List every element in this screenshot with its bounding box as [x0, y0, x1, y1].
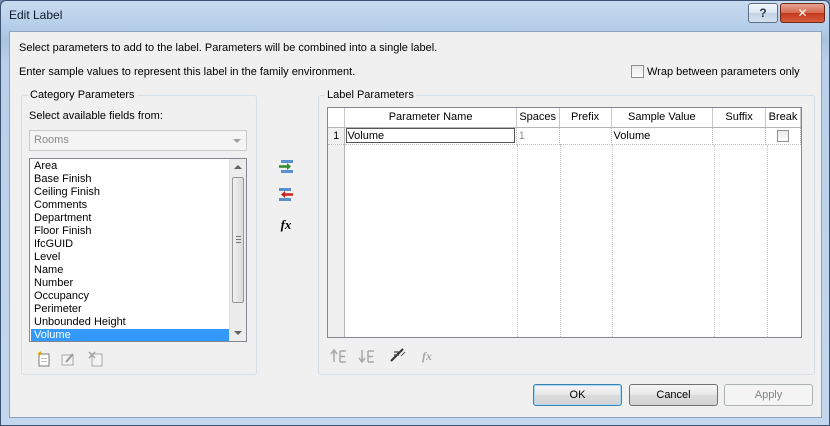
cell-suffix[interactable]: [712, 127, 766, 145]
list-item[interactable]: Comments: [31, 199, 229, 212]
cancel-button[interactable]: Cancel: [629, 384, 718, 406]
list-item[interactable]: IfcGUID: [31, 238, 229, 251]
select-fields-label: Select available fields from:: [29, 110, 163, 122]
row-number[interactable]: 1: [328, 127, 346, 145]
edit-unit-format-button[interactable]: [387, 344, 409, 366]
category-combo: Rooms: [29, 130, 247, 151]
remove-parameter-icon: [279, 188, 293, 201]
list-item[interactable]: Area: [31, 160, 229, 173]
move-up-icon: [330, 348, 346, 363]
table-row[interactable]: 1 Volume 1 Volume: [328, 127, 801, 145]
wrap-checkbox[interactable]: [631, 65, 644, 78]
apply-button[interactable]: Apply: [724, 384, 813, 406]
close-button[interactable]: ✕: [780, 3, 825, 23]
dialog-body: Select parameters to add to the label. P…: [9, 31, 822, 418]
edit-unit-format-icon: [390, 348, 406, 362]
col-parameter-name[interactable]: Parameter Name: [344, 108, 517, 128]
move-down-icon: [358, 350, 374, 364]
col-break[interactable]: Break: [765, 108, 801, 128]
scroll-up-icon[interactable]: [234, 165, 242, 169]
list-item[interactable]: Floor Finish: [31, 225, 229, 238]
category-parameters-group: Category Parameters Select available fie…: [21, 89, 257, 375]
list-item[interactable]: Level: [31, 251, 229, 264]
edit-parameter-icon: [61, 353, 74, 366]
scroll-thumb[interactable]: [232, 177, 244, 303]
instruction-line-1: Select parameters to add to the label. P…: [19, 42, 438, 54]
add-parameter-button[interactable]: [275, 156, 297, 178]
scroll-down-icon[interactable]: [234, 331, 242, 335]
edit-label-dialog: Edit Label ? ✕ Select parameters to add …: [0, 0, 830, 426]
label-parameters-grid[interactable]: Parameter Name Spaces Prefix Sample Valu…: [327, 107, 802, 338]
col-prefix[interactable]: Prefix: [559, 108, 612, 128]
corner-header: [328, 108, 346, 128]
fields-scrollbar[interactable]: [229, 159, 246, 341]
break-checkbox[interactable]: [777, 129, 789, 142]
col-suffix[interactable]: Suffix: [712, 108, 766, 128]
remove-parameter-button[interactable]: [275, 184, 297, 206]
cell-parameter-name[interactable]: Volume: [344, 127, 517, 145]
instruction-line-2: Enter sample values to represent this la…: [19, 66, 356, 78]
list-item[interactable]: Volume: [31, 329, 229, 341]
new-parameter-button[interactable]: [33, 348, 55, 370]
cell-prefix[interactable]: [559, 127, 612, 145]
title-bar: Edit Label ? ✕: [1, 1, 829, 31]
help-button[interactable]: ?: [748, 3, 778, 23]
col-spaces[interactable]: Spaces: [516, 108, 560, 128]
list-item[interactable]: Unbounded Height: [31, 316, 229, 329]
cell-break[interactable]: [765, 127, 801, 145]
list-item[interactable]: Name: [31, 264, 229, 277]
move-up-button[interactable]: [328, 345, 350, 367]
row-header-strip: [328, 145, 345, 337]
fx-disabled-button[interactable]: fx: [416, 345, 438, 367]
list-item[interactable]: Number: [31, 277, 229, 290]
fx-disabled-icon: fx: [422, 348, 432, 363]
ok-button[interactable]: OK: [533, 384, 622, 406]
window-title: Edit Label: [9, 8, 63, 22]
chevron-down-icon: [233, 139, 241, 143]
move-down-button[interactable]: [356, 345, 378, 367]
fx-formula-button[interactable]: fx: [275, 214, 297, 236]
wrap-checkbox-row[interactable]: Wrap between parameters only: [631, 65, 800, 78]
new-parameter-icon: [37, 351, 50, 367]
edit-parameter-button[interactable]: [57, 348, 79, 370]
list-item[interactable]: Base Finish: [31, 173, 229, 186]
col-sample-value[interactable]: Sample Value: [611, 108, 714, 128]
list-item[interactable]: Department: [31, 212, 229, 225]
delete-parameter-button[interactable]: [85, 348, 107, 370]
list-item[interactable]: Ceiling Finish: [31, 186, 229, 199]
cell-sample-value[interactable]: Volume: [611, 127, 714, 145]
cell-spaces[interactable]: 1: [516, 127, 560, 145]
category-combo-value: Rooms: [34, 134, 69, 146]
category-parameters-title: Category Parameters: [28, 89, 137, 101]
fx-formula-icon: fx: [280, 217, 292, 232]
wrap-checkbox-label: Wrap between parameters only: [647, 65, 800, 78]
list-item[interactable]: Perimeter: [31, 303, 229, 316]
add-parameter-icon: [279, 160, 293, 173]
label-parameters-title: Label Parameters: [325, 89, 416, 101]
list-item[interactable]: Occupancy: [31, 290, 229, 303]
field-list-items: Area Base Finish Ceiling Finish Comments Dep…: [31, 160, 229, 341]
delete-parameter-icon: [88, 351, 103, 367]
available-fields-list[interactable]: Area Base Finish Ceiling Finish Comments Dep…: [29, 158, 247, 342]
